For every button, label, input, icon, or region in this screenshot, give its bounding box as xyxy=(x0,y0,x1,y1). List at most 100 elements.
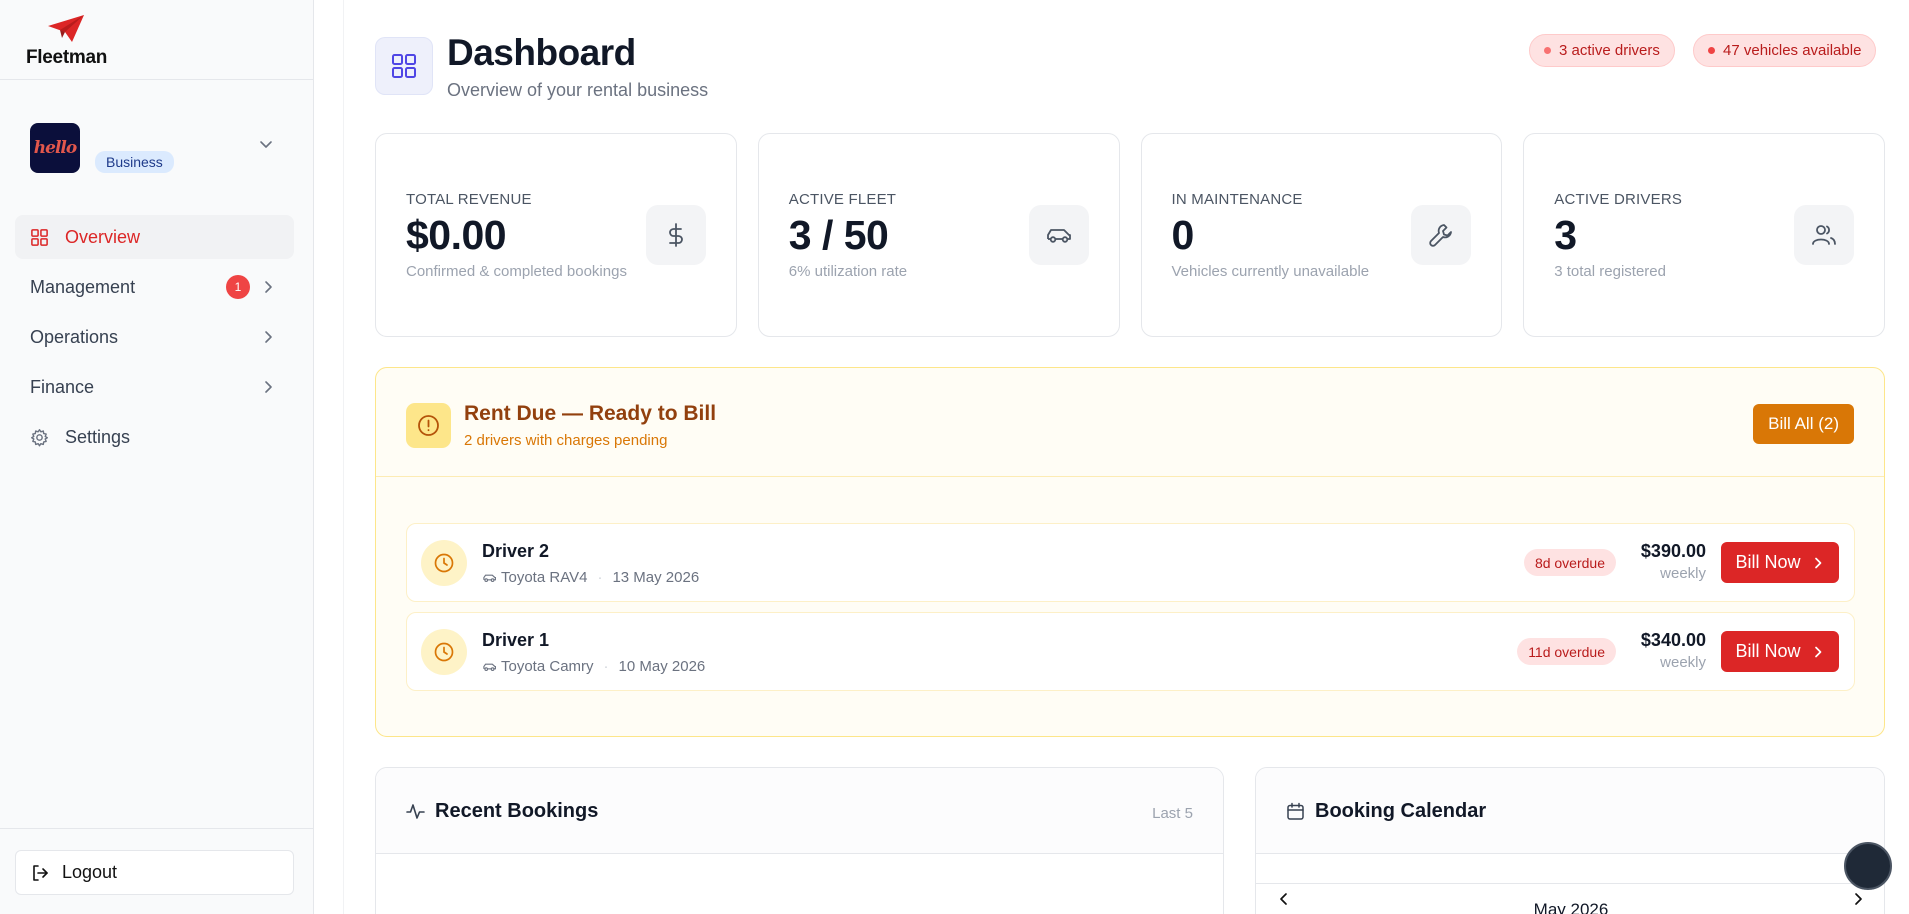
org-switcher[interactable]: hello Business xyxy=(30,122,284,174)
paper-plane-icon xyxy=(48,15,84,42)
org-avatar: hello xyxy=(30,123,80,173)
rent-period: weekly xyxy=(1660,654,1706,671)
chevron-right-icon xyxy=(265,331,272,343)
stats-row: TOTAL REVENUE $0.00 Confirmed & complete… xyxy=(375,133,1885,337)
floating-action-button[interactable] xyxy=(1844,842,1892,890)
booking-calendar-card: Booking Calendar May 2026 xyxy=(1255,767,1885,914)
stat-card-revenue: TOTAL REVENUE $0.00 Confirmed & complete… xyxy=(375,133,737,337)
logout-button[interactable]: Logout xyxy=(15,850,294,895)
alert-circle-icon xyxy=(406,403,451,448)
rent-amount: $340.00 xyxy=(1640,630,1706,650)
driver-name[interactable]: Driver 1 xyxy=(482,630,549,651)
sidebar-item-label: Operations xyxy=(30,326,119,347)
rent-amount: $390.00 xyxy=(1640,541,1706,561)
grid-icon xyxy=(392,54,416,78)
bill-now-button[interactable]: Bill Now xyxy=(1721,542,1839,583)
logo[interactable]: Fleetman xyxy=(0,0,313,80)
stat-value: 3 / 50 xyxy=(788,212,889,258)
stat-label: ACTIVE DRIVERS xyxy=(1554,191,1683,208)
gear-icon xyxy=(30,428,49,446)
sidebar-item-operations[interactable]: Operations xyxy=(15,315,294,359)
calendar-icon xyxy=(1287,802,1304,820)
status-dot xyxy=(1544,47,1551,54)
plan-badge: Business xyxy=(95,151,174,173)
rent-due-panel: Rent Due — Ready to Bill 2 drivers with … xyxy=(375,367,1885,737)
card-header: Recent Bookings Last 5 xyxy=(376,768,1223,854)
status-dot xyxy=(1708,47,1715,54)
overdue-badge: 8d overdue xyxy=(1523,549,1616,576)
due-date: 10 May 2026 xyxy=(618,658,706,675)
driver-meta: Toyota RAV4 · 13 May 2026 xyxy=(482,569,699,586)
bill-now-button[interactable]: Bill Now xyxy=(1721,631,1839,672)
sidebar: Fleetman hello Business Overview Managem… xyxy=(0,0,314,914)
rent-due-title: Rent Due — Ready to Bill xyxy=(464,402,717,425)
bill-all-button[interactable]: Bill All (2) xyxy=(1753,404,1854,444)
dashboard-icon xyxy=(375,37,433,95)
logout-icon xyxy=(33,864,48,881)
page-subtitle: Overview of your rental business xyxy=(447,80,709,100)
card-title: Booking Calendar xyxy=(1315,800,1487,822)
sidebar-item-settings[interactable]: Settings xyxy=(15,415,294,459)
sidebar-item-label: Settings xyxy=(65,426,131,447)
bill-now-label: Bill Now xyxy=(1735,552,1801,572)
stat-subtext: Vehicles currently unavailable xyxy=(1171,263,1370,280)
sidebar-item-label: Management xyxy=(30,276,136,297)
stat-label: IN MAINTENANCE xyxy=(1171,191,1303,208)
logout-label: Logout xyxy=(62,862,118,882)
sidebar-nav: Overview Management 1 Operations Finance… xyxy=(15,215,294,465)
stat-card-fleet: ACTIVE FLEET 3 / 50 6% utilization rate xyxy=(757,133,1120,337)
rent-due-header: Rent Due — Ready to Bill 2 drivers with … xyxy=(376,368,1884,477)
stat-label: TOTAL REVENUE xyxy=(406,191,532,208)
rent-period: weekly xyxy=(1660,565,1706,582)
main-content: Dashboard Overview of your rental busine… xyxy=(345,0,1909,914)
rent-due-row: Driver 2 Toyota RAV4 · 13 May 2026 8d ov… xyxy=(406,523,1855,602)
stat-value: $0.00 xyxy=(406,212,507,258)
notification-badge: 1 xyxy=(226,275,250,299)
rent-due-subtitle: 2 drivers with charges pending xyxy=(464,432,668,449)
users-icon xyxy=(1794,205,1854,265)
vehicle-name: Toyota RAV4 xyxy=(501,569,588,586)
separator: · xyxy=(603,658,609,675)
page-title: Dashboard xyxy=(447,32,636,73)
stat-subtext: 6% utilization rate xyxy=(788,263,908,280)
sidebar-item-finance[interactable]: Finance xyxy=(15,365,294,409)
chevron-right-icon xyxy=(1814,646,1821,657)
calendar-month: May 2026 xyxy=(1533,900,1609,914)
sidebar-item-overview[interactable]: Overview xyxy=(15,215,294,259)
vehicles-available-pill: 47 vehicles available xyxy=(1693,34,1877,67)
stat-card-maintenance: IN MAINTENANCE 0 Vehicles currently unav… xyxy=(1140,133,1503,337)
brand-name: Fleetman xyxy=(26,47,108,68)
card-title: Recent Bookings xyxy=(435,800,599,822)
grid-icon xyxy=(31,228,48,246)
calendar-nav: May 2026 xyxy=(1256,883,1884,914)
chevron-right-icon[interactable] xyxy=(1850,891,1866,907)
vehicle-name: Toyota Camry xyxy=(501,658,594,675)
clock-icon xyxy=(421,629,467,675)
active-drivers-pill: 3 active drivers xyxy=(1529,34,1675,67)
chevron-right-icon xyxy=(1814,557,1821,568)
stat-subtext: 3 total registered xyxy=(1554,263,1666,280)
car-icon xyxy=(1028,205,1089,265)
card-meta: Last 5 xyxy=(1152,805,1193,822)
chevron-right-icon xyxy=(265,281,272,293)
car-icon xyxy=(483,663,496,672)
overdue-badge: 11d overdue xyxy=(1517,638,1616,665)
chevron-right-icon xyxy=(265,381,272,393)
dollar-icon xyxy=(645,205,706,265)
clock-icon xyxy=(421,540,467,586)
separator: · xyxy=(597,569,603,586)
sidebar-item-label: Overview xyxy=(65,226,141,247)
stat-label: ACTIVE FLEET xyxy=(788,191,897,208)
sidebar-footer: Logout xyxy=(0,828,314,914)
activity-icon xyxy=(406,804,425,819)
wrench-icon xyxy=(1411,205,1472,265)
sidebar-item-management[interactable]: Management 1 xyxy=(15,265,294,309)
rent-due-row: Driver 1 Toyota Camry · 10 May 2026 11d … xyxy=(406,612,1855,691)
driver-name[interactable]: Driver 2 xyxy=(482,541,549,562)
stat-subtext: Confirmed & completed bookings xyxy=(406,263,627,280)
sidebar-gutter xyxy=(314,0,344,914)
chevron-down-icon xyxy=(260,141,272,148)
bill-now-label: Bill Now xyxy=(1735,641,1801,661)
stat-card-drivers: ACTIVE DRIVERS 3 3 total registered xyxy=(1523,133,1885,337)
stat-value: 0 xyxy=(1171,212,1195,258)
